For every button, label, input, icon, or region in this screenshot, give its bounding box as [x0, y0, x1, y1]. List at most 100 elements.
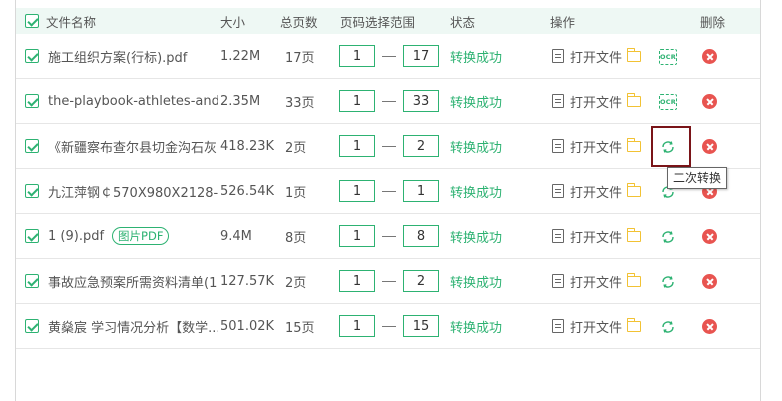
status-text: 转换成功 [450, 185, 503, 201]
page-count: 8页 [285, 230, 307, 246]
status-text: 转换成功 [450, 95, 503, 111]
row-checkbox[interactable] [25, 304, 39, 348]
page-from-input[interactable]: 1 [339, 45, 375, 67]
page-count: 1页 [285, 185, 307, 201]
row-checkbox[interactable] [25, 214, 39, 258]
page-count: 33页 [285, 95, 315, 111]
page-from-input[interactable]: 1 [339, 135, 375, 157]
delete-icon[interactable] [702, 274, 717, 289]
reconvert-icon[interactable] [660, 274, 676, 290]
file-name: 施工组织方案(行标).pdf [48, 50, 188, 66]
page-from-input[interactable]: 1 [339, 225, 375, 247]
row-checkbox[interactable] [25, 259, 39, 303]
file-name-cell: the-playbook-athletes-and... [48, 79, 218, 123]
range-dash [382, 145, 396, 147]
select-all-checkbox[interactable] [25, 8, 39, 34]
table-row: 施工组织方案(行标).pdf 1.22M 17页 1 17 转换成功 打开文件 OCR [16, 34, 760, 79]
folder-icon[interactable] [626, 138, 641, 152]
table-header: 文件名称 大小 总页数 页码选择范围 状态 操作 删除 [16, 8, 760, 34]
header-range: 页码选择范围 [340, 14, 416, 30]
range-dash [382, 190, 396, 192]
page-to-input[interactable]: 2 [403, 270, 439, 292]
page-to-input[interactable]: 1 [403, 180, 439, 202]
delete-icon[interactable] [702, 139, 717, 154]
reconvert-highlight [651, 126, 691, 167]
open-file-label: 打开文件 [570, 185, 623, 201]
ocr-icon[interactable]: OCR [659, 49, 677, 65]
page-to-input[interactable]: 17 [403, 45, 439, 67]
folder-icon[interactable] [626, 93, 641, 107]
folder-icon[interactable] [626, 228, 641, 242]
open-file-button[interactable]: 打开文件 [552, 259, 622, 303]
file-size: 1.22M [220, 48, 261, 64]
file-name: 《新疆察布查尔县切金沟石灰... [48, 140, 218, 156]
delete-icon[interactable] [702, 229, 717, 244]
image-pdf-tag: 图片PDF [112, 227, 170, 245]
document-icon [552, 319, 564, 333]
page-range: 1 17 [339, 34, 439, 78]
page-count: 15页 [285, 320, 315, 336]
open-file-button[interactable]: 打开文件 [552, 304, 622, 348]
page-range: 1 33 [339, 79, 439, 123]
page-from-input[interactable]: 1 [339, 180, 375, 202]
file-size: 9.4M [220, 228, 252, 244]
page-range: 11 [339, 169, 439, 213]
table-row: the-playbook-athletes-and... 2.35M 33页 1 33 转… [16, 79, 760, 124]
document-icon [552, 274, 564, 288]
page-from-input[interactable]: 1 [339, 90, 375, 112]
open-file-label: 打开文件 [570, 230, 623, 246]
document-icon [552, 184, 564, 198]
open-file-button[interactable]: 打开文件 [552, 79, 622, 123]
file-size: 418.23K [220, 138, 275, 154]
file-size: 526.54K [220, 183, 275, 199]
row-checkbox[interactable] [25, 34, 39, 78]
file-name-cell: 1 (9).pdf 图片PDF [48, 214, 218, 258]
page-from-input[interactable]: 1 [339, 270, 375, 292]
ocr-label: OCR [660, 53, 676, 61]
ocr-label: OCR [660, 98, 676, 106]
row-checkbox[interactable] [25, 124, 39, 168]
page-to-input[interactable]: 8 [403, 225, 439, 247]
document-icon [552, 229, 564, 243]
range-dash [382, 325, 396, 327]
file-name-cell: 《新疆察布查尔县切金沟石灰... [48, 124, 218, 168]
open-file-label: 打开文件 [570, 50, 623, 66]
folder-icon[interactable] [626, 273, 641, 287]
file-size: 127.57K [220, 273, 275, 289]
reconvert-icon[interactable] [660, 319, 676, 335]
page-to-input[interactable]: 15 [403, 315, 439, 337]
document-icon [552, 139, 564, 153]
open-file-label: 打开文件 [570, 320, 623, 336]
page-count: 17页 [285, 50, 315, 66]
open-file-button[interactable]: 打开文件 [552, 34, 622, 78]
page-range: 1 15 [339, 304, 439, 348]
delete-icon[interactable] [702, 319, 717, 334]
table-row: 《新疆察布查尔县切金沟石灰... 418.23K 2页 1 2 转换成功 打开文件 [16, 124, 760, 169]
reconvert-icon[interactable] [660, 229, 676, 245]
row-checkbox[interactable] [25, 169, 39, 213]
open-file-button[interactable]: 打开文件 [552, 169, 622, 213]
folder-icon[interactable] [626, 48, 641, 62]
reconvert-tooltip: 二次转换 [667, 167, 728, 189]
header-name: 文件名称 [46, 14, 97, 30]
ocr-icon[interactable]: OCR [659, 94, 677, 110]
folder-icon[interactable] [626, 183, 641, 197]
file-name-cell: 施工组织方案(行标).pdf [48, 34, 218, 78]
row-checkbox[interactable] [25, 79, 39, 123]
delete-icon[interactable] [702, 94, 717, 109]
range-dash [382, 235, 396, 237]
page-from-input[interactable]: 1 [339, 315, 375, 337]
file-name: the-playbook-athletes-and... [48, 93, 218, 109]
page-to-input[interactable]: 33 [403, 90, 439, 112]
range-dash [382, 280, 396, 282]
header-status: 状态 [450, 14, 476, 30]
delete-icon[interactable] [702, 49, 717, 64]
page-range: 18 [339, 214, 439, 258]
table-row: 九江萍钢￠570X980X2128-... 526.54K 1页 1 1 转换成功 打开文件 [16, 169, 760, 214]
file-name: 1 (9).pdf [48, 228, 105, 244]
open-file-button[interactable]: 打开文件 [552, 124, 622, 168]
open-file-button[interactable]: 打开文件 [552, 214, 622, 258]
header-size: 大小 [220, 14, 246, 30]
folder-icon[interactable] [626, 318, 641, 332]
page-to-input[interactable]: 2 [403, 135, 439, 157]
